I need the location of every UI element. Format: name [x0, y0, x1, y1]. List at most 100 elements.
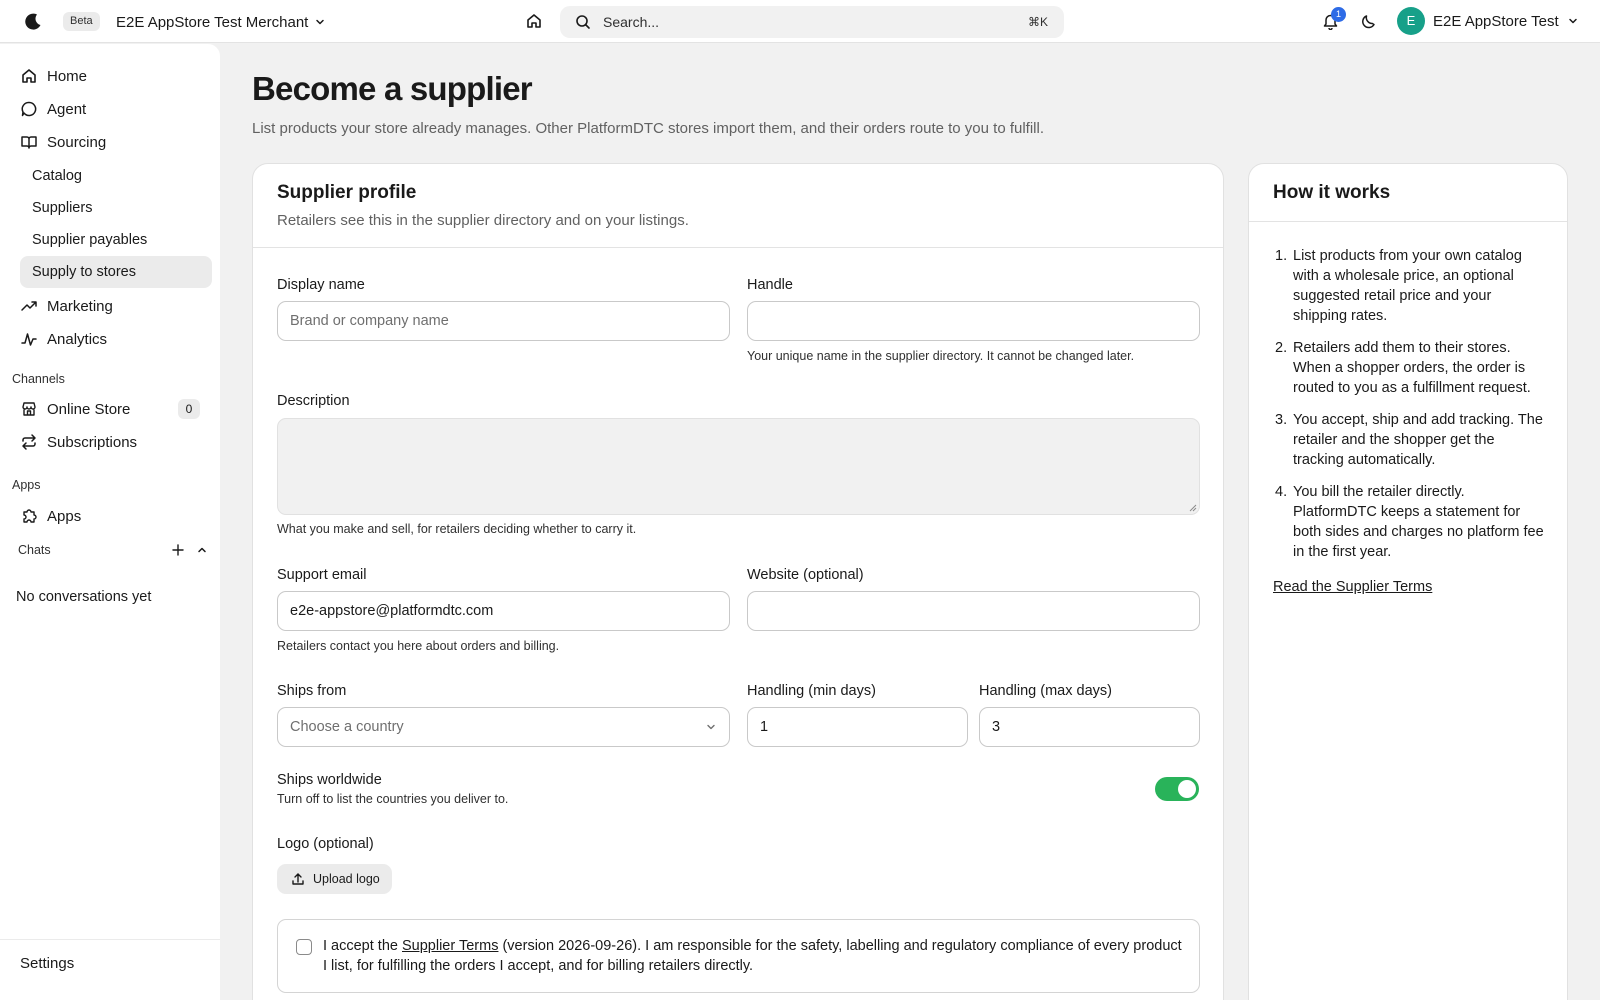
section-label-channels: Channels [12, 372, 65, 386]
search-bar[interactable]: Search... ⌘K [560, 6, 1064, 38]
handling-min-label: Handling (min days) [747, 683, 876, 699]
support-email-help-text: Retailers contact you here about orders … [277, 639, 560, 653]
notification-count-badge: 1 [1331, 7, 1346, 22]
user-menu[interactable]: E E2E AppStore Test [1397, 7, 1579, 35]
sidebar-item-label: Sourcing [47, 133, 107, 151]
sidebar-item-label: Home [47, 67, 88, 85]
sidebar-item-analytics[interactable]: Analytics [20, 323, 212, 355]
ships-from-select[interactable]: Choose a country [277, 707, 730, 747]
list-item: 1. List products from your own catalog wi… [1275, 248, 1522, 324]
count-badge: 0 [178, 399, 200, 419]
sidebar-item-marketing[interactable]: Marketing [20, 290, 212, 322]
sidebar-item-sourcing[interactable]: Sourcing [20, 126, 212, 158]
search-icon [575, 14, 591, 30]
home-icon[interactable] [525, 12, 543, 30]
book-icon [20, 133, 38, 151]
chevron-down-icon [1567, 15, 1579, 27]
divider [0, 939, 220, 940]
chevron-down-icon [705, 721, 717, 733]
chats-header: Chats [18, 543, 208, 557]
list-item: 4. You bill the retailer directly. Platfo… [1275, 484, 1544, 560]
chats-empty-state: No conversations yet [16, 589, 152, 605]
upload-logo-button[interactable]: Upload logo [277, 864, 392, 894]
search-input[interactable]: Search... [603, 14, 1028, 30]
plus-icon[interactable] [172, 544, 184, 556]
sidebar-item-label: Agent [47, 100, 87, 118]
sidebar-item-agent[interactable]: Agent [20, 93, 212, 125]
section-label-apps: Apps [12, 478, 41, 492]
description-help-text: What you make and sell, for retailers de… [277, 522, 637, 536]
ships-from-placeholder: Choose a country [290, 719, 404, 735]
divider [1249, 221, 1567, 222]
card-subtitle: Retailers see this in the supplier direc… [277, 212, 689, 229]
step-text: You bill the retailer directly. Platform… [1293, 484, 1544, 560]
display-name-label: Display name [277, 277, 365, 293]
app-logo-icon[interactable] [23, 12, 43, 32]
sidebar-item-suppliers[interactable]: Suppliers [20, 192, 212, 224]
display-name-input[interactable]: Brand or company name [277, 301, 730, 341]
handle-label: Handle [747, 277, 793, 293]
upload-icon [291, 872, 305, 886]
terms-prefix: I accept the [323, 938, 402, 954]
ships-worldwide-toggle[interactable] [1155, 777, 1199, 801]
home-icon [20, 67, 38, 85]
card-title: How it works [1273, 182, 1391, 203]
resize-handle-icon[interactable] [1189, 504, 1197, 512]
page-title: Become a supplier [252, 70, 533, 107]
divider [253, 247, 1223, 248]
support-email-label: Support email [277, 567, 367, 583]
step-text: List products from your own catalog with… [1293, 248, 1522, 324]
sidebar-item-label: Subscriptions [47, 433, 138, 451]
notifications-button[interactable]: 1 [1322, 7, 1346, 30]
card-title: Supplier profile [277, 182, 417, 203]
terms-checkbox[interactable] [296, 939, 312, 955]
ships-worldwide-help-text: Turn off to list the countries you deliv… [277, 792, 509, 806]
supplier-terms-link[interactable]: Supplier Terms [402, 938, 498, 954]
terms-text: I accept the Supplier Terms (version 202… [323, 936, 1183, 976]
store-switcher[interactable]: E2E AppStore Test Merchant [116, 11, 326, 33]
moon-icon[interactable] [1360, 13, 1377, 30]
ships-from-label: Ships from [277, 683, 347, 699]
sidebar-item-catalog[interactable]: Catalog [20, 160, 212, 192]
sidebar-item-label: Apps [47, 507, 82, 525]
chat-bubble-icon [20, 100, 38, 118]
top-bar: Beta E2E AppStore Test Merchant Search..… [0, 0, 1600, 43]
sidebar-item-supply-to-stores[interactable]: Supply to stores [20, 256, 212, 288]
sidebar-item-label: Analytics [47, 330, 108, 348]
list-item: 2. Retailers add them to their stores. Wh… [1275, 340, 1531, 396]
sidebar-item-settings[interactable]: Settings [20, 955, 74, 972]
sidebar-item-subscriptions[interactable]: Subscriptions [20, 426, 212, 458]
upload-logo-label: Upload logo [313, 872, 380, 886]
website-input[interactable] [747, 591, 1200, 631]
how-it-works-card: How it works 1. List products from your o… [1248, 163, 1568, 1000]
search-shortcut: ⌘K [1027, 15, 1048, 29]
handle-input[interactable] [747, 301, 1200, 341]
avatar: E [1397, 7, 1425, 35]
store-name: E2E AppStore Test Merchant [116, 13, 309, 31]
step-text: You accept, ship and add tracking. The r… [1293, 412, 1543, 468]
sidebar-item-online-store[interactable]: Online Store 0 [20, 393, 212, 425]
page-subtitle: List products your store already manages… [252, 120, 1045, 137]
repeat-icon [20, 433, 38, 451]
steps-list: 1. List products from your own catalog wi… [1273, 246, 1545, 574]
website-label: Website (optional) [747, 567, 864, 583]
handling-max-label: Handling (max days) [979, 683, 1112, 699]
chevron-down-icon [314, 16, 326, 28]
handling-min-input[interactable]: 1 [747, 707, 968, 747]
description-textarea[interactable] [277, 418, 1200, 515]
logo-label: Logo (optional) [277, 836, 374, 852]
chevron-up-icon[interactable] [196, 544, 208, 556]
sidebar-item-label: Online Store [47, 400, 131, 418]
activity-icon [20, 330, 38, 348]
description-label: Description [277, 393, 350, 409]
sidebar-item-apps[interactable]: Apps [20, 500, 212, 532]
section-label-chats: Chats [18, 543, 51, 557]
handle-help-text: Your unique name in the supplier directo… [747, 349, 1135, 363]
read-supplier-terms-link[interactable]: Read the Supplier Terms [1273, 579, 1432, 595]
sidebar-item-home[interactable]: Home [20, 60, 212, 92]
support-email-input[interactable]: e2e-appstore@platformdtc.com [277, 591, 730, 631]
sidebar-item-supplier-payables[interactable]: Supplier payables [20, 224, 212, 256]
list-item: 3. You accept, ship and add tracking. The… [1275, 412, 1543, 468]
store-icon [20, 400, 38, 418]
handling-max-input[interactable]: 3 [979, 707, 1200, 747]
